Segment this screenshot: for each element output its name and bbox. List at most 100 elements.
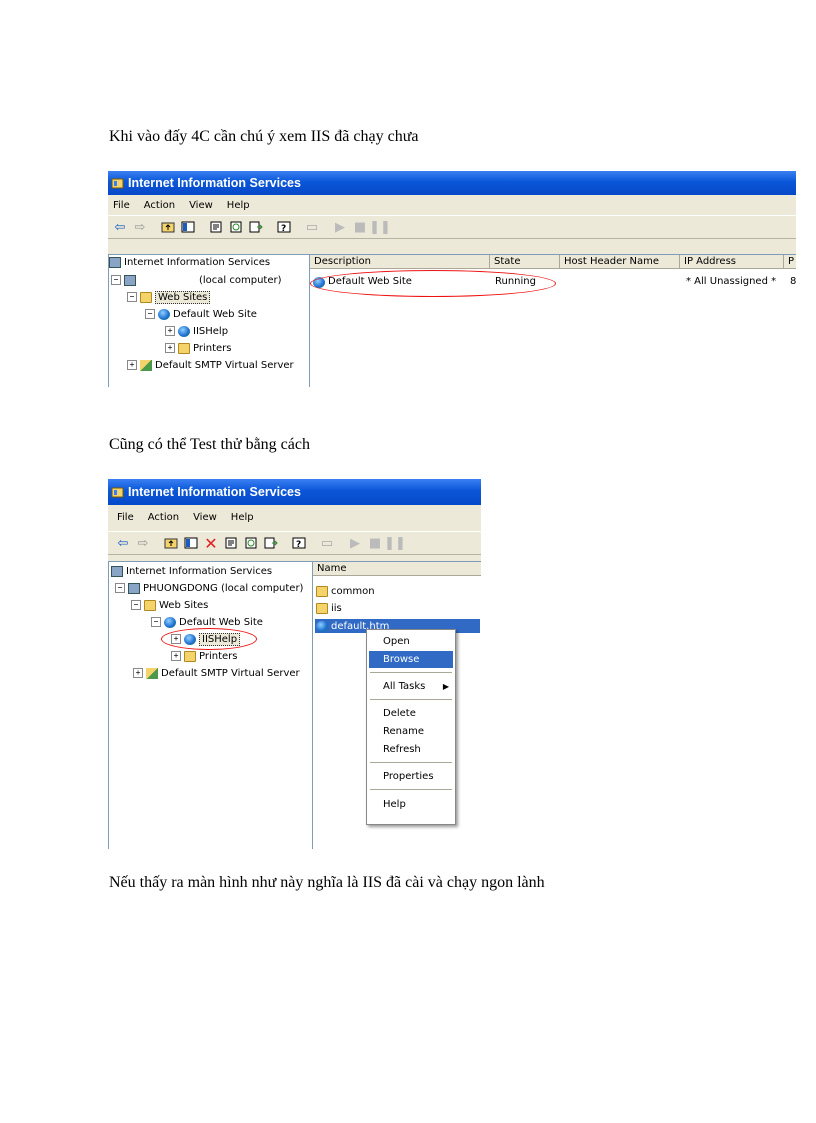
back-icon[interactable]: ⇦: [114, 534, 132, 552]
title-bar: Internet Information Services: [108, 171, 796, 195]
tree-iishelp[interactable]: + IISHelp: [165, 324, 228, 338]
column-port[interactable]: P: [784, 255, 796, 269]
collapse-icon[interactable]: −: [127, 292, 137, 302]
refresh-icon[interactable]: [242, 534, 260, 552]
tree-smtp[interactable]: + Default SMTP Virtual Server: [133, 666, 300, 680]
menu-view[interactable]: View: [193, 512, 217, 523]
smtp-server-icon: [140, 359, 152, 371]
export-list-icon[interactable]: [247, 218, 265, 236]
printers-folder-icon: [184, 650, 196, 662]
expand-icon[interactable]: +: [133, 668, 143, 678]
show-tree-icon[interactable]: [179, 218, 197, 236]
back-icon[interactable]: ⇦: [111, 218, 129, 236]
expand-icon[interactable]: +: [171, 651, 181, 661]
iis-window-1: Internet Information Services File Actio…: [108, 171, 796, 387]
window-title: Internet Information Services: [128, 176, 301, 190]
menu-item-open[interactable]: Open: [369, 633, 453, 650]
iis-app-icon: [111, 487, 124, 497]
stop-icon[interactable]: ■: [351, 218, 369, 236]
paragraph-1: Khi vào đấy 4C cần chú ý xem IIS đã chạy…: [109, 128, 419, 145]
collapse-icon[interactable]: −: [115, 583, 125, 593]
export-list-icon[interactable]: [262, 534, 280, 552]
delete-icon[interactable]: ✕: [202, 534, 220, 553]
column-name[interactable]: Name: [313, 562, 481, 576]
menu-file[interactable]: File: [117, 512, 134, 523]
menu-help[interactable]: Help: [227, 200, 250, 211]
stop-icon[interactable]: ■: [366, 534, 384, 552]
column-host-header[interactable]: Host Header Name: [560, 255, 680, 269]
menu-item-rename[interactable]: Rename: [369, 723, 453, 740]
iis-root-icon: [109, 256, 121, 268]
tree-default-site[interactable]: − Default Web Site: [145, 307, 257, 321]
pause-icon[interactable]: ❚❚: [369, 218, 391, 236]
collapse-icon[interactable]: −: [131, 600, 141, 610]
tree-default-site[interactable]: − Default Web Site: [151, 615, 263, 629]
show-tree-icon[interactable]: [182, 534, 200, 552]
menu-item-delete[interactable]: Delete: [369, 705, 453, 722]
iis-root-icon: [111, 565, 123, 577]
collapse-icon[interactable]: −: [151, 617, 161, 627]
menu-action[interactable]: Action: [144, 200, 175, 211]
start-icon[interactable]: ▶: [331, 218, 349, 236]
tree-root[interactable]: Internet Information Services: [111, 564, 272, 578]
collapse-icon[interactable]: −: [145, 309, 155, 319]
list-item[interactable]: iis: [316, 603, 342, 614]
toolbar: ⇦ ⇨ ? ▭ ▶ ■ ❚❚: [108, 215, 796, 239]
printers-folder-icon: [178, 342, 190, 354]
menu-item-all-tasks[interactable]: All Tasks ▶: [369, 678, 453, 695]
expand-icon[interactable]: +: [127, 360, 137, 370]
menu-help[interactable]: Help: [231, 512, 254, 523]
virtual-dir-icon: [178, 325, 190, 337]
html-file-icon: [316, 620, 328, 632]
properties-icon[interactable]: [207, 218, 225, 236]
computer-icon[interactable]: ▭: [303, 218, 321, 236]
help-icon[interactable]: ?: [275, 218, 293, 236]
properties-icon[interactable]: [222, 534, 240, 552]
svg-text:?: ?: [281, 224, 286, 233]
tree-smtp[interactable]: + Default SMTP Virtual Server: [127, 358, 294, 372]
collapse-icon[interactable]: −: [111, 275, 121, 285]
column-description[interactable]: Description: [310, 255, 490, 269]
computer-icon[interactable]: ▭: [318, 534, 336, 552]
tree-computer[interactable]: − (local computer): [111, 273, 282, 287]
expand-icon[interactable]: +: [165, 326, 175, 336]
menu-item-help[interactable]: Help: [369, 796, 453, 813]
tree-websites[interactable]: − Web Sites: [127, 290, 211, 304]
help-icon[interactable]: ?: [290, 534, 308, 552]
paragraph-2: Cũng có thể Test thử bằng cách: [109, 436, 310, 453]
tree-websites[interactable]: − Web Sites: [131, 598, 208, 612]
refresh-icon[interactable]: [227, 218, 245, 236]
website-icon: [158, 308, 170, 320]
row-port: 8: [790, 276, 796, 287]
start-icon[interactable]: ▶: [346, 534, 364, 552]
tree-pane: Internet Information Services − PHUONGDON…: [108, 561, 313, 849]
folder-icon: [316, 603, 328, 614]
column-state[interactable]: State: [490, 255, 560, 269]
column-ip-address[interactable]: IP Address: [680, 255, 784, 269]
expand-icon[interactable]: +: [165, 343, 175, 353]
window-title: Internet Information Services: [128, 485, 301, 499]
tree-computer[interactable]: − PHUONGDONG (local computer): [115, 581, 303, 595]
up-folder-icon[interactable]: [162, 534, 180, 552]
menu-item-properties[interactable]: Properties: [369, 768, 453, 785]
tree-printers[interactable]: + Printers: [171, 649, 237, 663]
menu-file[interactable]: File: [113, 200, 130, 211]
menu-view[interactable]: View: [189, 200, 213, 211]
forward-icon[interactable]: ⇨: [131, 218, 149, 236]
title-bar: Internet Information Services: [108, 479, 481, 505]
computer-node-icon: [128, 582, 140, 594]
menu-action[interactable]: Action: [148, 512, 179, 523]
row-ip: * All Unassigned *: [686, 276, 777, 287]
iis-app-icon: [111, 178, 124, 188]
tree-root[interactable]: Internet Information Services: [109, 255, 270, 269]
list-item[interactable]: common: [316, 586, 375, 597]
toolbar: ⇦ ⇨ ✕ ? ▭ ▶ ■ ❚❚: [108, 531, 481, 555]
tree-printers[interactable]: + Printers: [165, 341, 231, 355]
folder-icon: [316, 586, 328, 597]
menu-item-refresh[interactable]: Refresh: [369, 741, 453, 758]
menu-item-browse[interactable]: Browse: [369, 651, 453, 668]
up-folder-icon[interactable]: [159, 218, 177, 236]
pause-icon[interactable]: ❚❚: [384, 534, 406, 552]
submenu-arrow-icon: ▶: [442, 682, 449, 691]
forward-icon[interactable]: ⇨: [134, 534, 152, 552]
